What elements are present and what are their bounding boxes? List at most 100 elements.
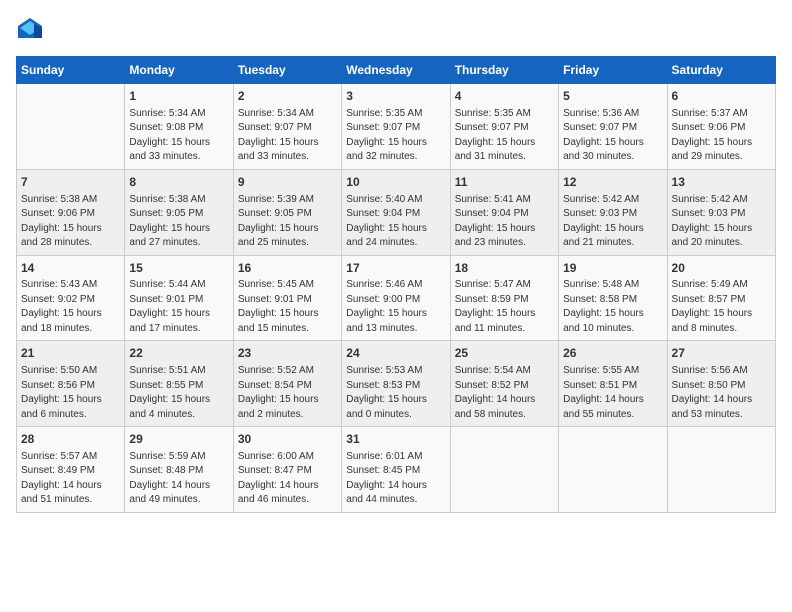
calendar-cell: [17, 84, 125, 170]
day-header-wednesday: Wednesday: [342, 57, 450, 84]
calendar-cell: 1 Sunrise: 5:34 AM Sunset: 9:08 PM Daylig…: [125, 84, 233, 170]
day-number: 12: [563, 174, 662, 191]
day-number: 14: [21, 260, 120, 277]
day-number: 9: [238, 174, 337, 191]
calendar-cell: 17Sunrise: 5:46 AM Sunset: 9:00 PM Dayli…: [342, 255, 450, 341]
day-number: 6: [672, 88, 771, 105]
calendar-cell: 9 Sunrise: 5:39 AM Sunset: 9:05 PM Daylig…: [233, 169, 341, 255]
calendar-cell: 23 Sunrise: 5:52 AM Sunset: 8:54 PM Dayli…: [233, 341, 341, 427]
day-content: Sunrise: 5:35 AM Sunset: 9:07 PM Dayligh…: [455, 107, 554, 165]
day-content: Sunrise: 5:34 AM Sunset: 9:07 PM Dayligh…: [238, 107, 337, 165]
calendar-cell: 11 Sunrise: 5:41 AM Sunset: 9:04 PM Dayli…: [450, 169, 558, 255]
day-content: Sunrise: 5:57 AM Sunset: 8:49 PM Dayligh…: [21, 450, 120, 508]
day-number: 20: [672, 260, 771, 277]
calendar-week-1: 1 Sunrise: 5:34 AM Sunset: 9:08 PM Daylig…: [17, 84, 776, 170]
day-number: 31: [346, 431, 445, 448]
calendar-cell: 7 Sunrise: 5:38 AM Sunset: 9:06 PM Daylig…: [17, 169, 125, 255]
calendar-cell: 6 Sunrise: 5:37 AM Sunset: 9:06 PM Daylig…: [667, 84, 775, 170]
calendar-cell: 14Sunrise: 5:43 AM Sunset: 9:02 PM Dayli…: [17, 255, 125, 341]
calendar-cell: 18Sunrise: 5:47 AM Sunset: 8:59 PM Dayli…: [450, 255, 558, 341]
day-content: Sunrise: 5:35 AM Sunset: 9:07 PM Dayligh…: [346, 107, 445, 165]
day-header-friday: Friday: [559, 57, 667, 84]
page-header: [16, 16, 776, 44]
day-number: 3: [346, 88, 445, 105]
day-content: Sunrise: 5:52 AM Sunset: 8:54 PM Dayligh…: [238, 364, 337, 422]
calendar-cell: 25 Sunrise: 5:54 AM Sunset: 8:52 PM Dayli…: [450, 341, 558, 427]
day-content: Sunrise: 6:00 AM Sunset: 8:47 PM Dayligh…: [238, 450, 337, 508]
day-content: Sunrise: 5:46 AM Sunset: 9:00 PM Dayligh…: [346, 278, 445, 336]
calendar-cell: 22 Sunrise: 5:51 AM Sunset: 8:55 PM Dayli…: [125, 341, 233, 427]
day-content: Sunrise: 6:01 AM Sunset: 8:45 PM Dayligh…: [346, 450, 445, 508]
calendar-cell: [450, 427, 558, 513]
day-header-sunday: Sunday: [17, 57, 125, 84]
day-number: 4: [455, 88, 554, 105]
calendar-week-2: 7 Sunrise: 5:38 AM Sunset: 9:06 PM Daylig…: [17, 169, 776, 255]
day-number: 22: [129, 345, 228, 362]
day-content: Sunrise: 5:42 AM Sunset: 9:03 PM Dayligh…: [672, 193, 771, 251]
calendar-header: SundayMondayTuesdayWednesdayThursdayFrid…: [17, 57, 776, 84]
calendar-cell: 30 Sunrise: 6:00 AM Sunset: 8:47 PM Dayli…: [233, 427, 341, 513]
day-content: Sunrise: 5:49 AM Sunset: 8:57 PM Dayligh…: [672, 278, 771, 336]
calendar-table: SundayMondayTuesdayWednesdayThursdayFrid…: [16, 56, 776, 513]
day-content: Sunrise: 5:38 AM Sunset: 9:05 PM Dayligh…: [129, 193, 228, 251]
calendar-cell: 28 Sunrise: 5:57 AM Sunset: 8:49 PM Dayli…: [17, 427, 125, 513]
logo: [16, 16, 48, 44]
day-number: 26: [563, 345, 662, 362]
calendar-cell: 27 Sunrise: 5:56 AM Sunset: 8:50 PM Dayli…: [667, 341, 775, 427]
day-content: Sunrise: 5:55 AM Sunset: 8:51 PM Dayligh…: [563, 364, 662, 422]
day-content: Sunrise: 5:51 AM Sunset: 8:55 PM Dayligh…: [129, 364, 228, 422]
day-content: Sunrise: 5:42 AM Sunset: 9:03 PM Dayligh…: [563, 193, 662, 251]
day-number: 8: [129, 174, 228, 191]
day-content: Sunrise: 5:41 AM Sunset: 9:04 PM Dayligh…: [455, 193, 554, 251]
calendar-cell: 8 Sunrise: 5:38 AM Sunset: 9:05 PM Daylig…: [125, 169, 233, 255]
calendar-cell: 24 Sunrise: 5:53 AM Sunset: 8:53 PM Dayli…: [342, 341, 450, 427]
day-content: Sunrise: 5:56 AM Sunset: 8:50 PM Dayligh…: [672, 364, 771, 422]
day-number: 19: [563, 260, 662, 277]
day-number: 25: [455, 345, 554, 362]
calendar-cell: [667, 427, 775, 513]
calendar-cell: 4 Sunrise: 5:35 AM Sunset: 9:07 PM Daylig…: [450, 84, 558, 170]
day-number: 5: [563, 88, 662, 105]
day-number: 21: [21, 345, 120, 362]
day-content: Sunrise: 5:44 AM Sunset: 9:01 PM Dayligh…: [129, 278, 228, 336]
day-number: 28: [21, 431, 120, 448]
day-content: Sunrise: 5:59 AM Sunset: 8:48 PM Dayligh…: [129, 450, 228, 508]
calendar-cell: 16Sunrise: 5:45 AM Sunset: 9:01 PM Dayli…: [233, 255, 341, 341]
day-number: 23: [238, 345, 337, 362]
day-header-monday: Monday: [125, 57, 233, 84]
day-header-saturday: Saturday: [667, 57, 775, 84]
day-header-thursday: Thursday: [450, 57, 558, 84]
calendar-cell: 3 Sunrise: 5:35 AM Sunset: 9:07 PM Daylig…: [342, 84, 450, 170]
day-header-tuesday: Tuesday: [233, 57, 341, 84]
day-number: 30: [238, 431, 337, 448]
day-number: 29: [129, 431, 228, 448]
day-number: 1: [129, 88, 228, 105]
day-content: Sunrise: 5:50 AM Sunset: 8:56 PM Dayligh…: [21, 364, 120, 422]
calendar-week-4: 21 Sunrise: 5:50 AM Sunset: 8:56 PM Dayli…: [17, 341, 776, 427]
day-content: Sunrise: 5:48 AM Sunset: 8:58 PM Dayligh…: [563, 278, 662, 336]
calendar-cell: 29 Sunrise: 5:59 AM Sunset: 8:48 PM Dayli…: [125, 427, 233, 513]
day-number: 17: [346, 260, 445, 277]
day-content: Sunrise: 5:37 AM Sunset: 9:06 PM Dayligh…: [672, 107, 771, 165]
day-number: 24: [346, 345, 445, 362]
day-number: 11: [455, 174, 554, 191]
day-number: 13: [672, 174, 771, 191]
day-content: Sunrise: 5:36 AM Sunset: 9:07 PM Dayligh…: [563, 107, 662, 165]
day-content: Sunrise: 5:54 AM Sunset: 8:52 PM Dayligh…: [455, 364, 554, 422]
calendar-week-5: 28 Sunrise: 5:57 AM Sunset: 8:49 PM Dayli…: [17, 427, 776, 513]
calendar-cell: 20Sunrise: 5:49 AM Sunset: 8:57 PM Dayli…: [667, 255, 775, 341]
day-content: Sunrise: 5:39 AM Sunset: 9:05 PM Dayligh…: [238, 193, 337, 251]
day-content: Sunrise: 5:38 AM Sunset: 9:06 PM Dayligh…: [21, 193, 120, 251]
calendar-cell: 19Sunrise: 5:48 AM Sunset: 8:58 PM Dayli…: [559, 255, 667, 341]
calendar-week-3: 14Sunrise: 5:43 AM Sunset: 9:02 PM Dayli…: [17, 255, 776, 341]
calendar-cell: 12 Sunrise: 5:42 AM Sunset: 9:03 PM Dayli…: [559, 169, 667, 255]
day-number: 10: [346, 174, 445, 191]
day-content: Sunrise: 5:45 AM Sunset: 9:01 PM Dayligh…: [238, 278, 337, 336]
day-content: Sunrise: 5:43 AM Sunset: 9:02 PM Dayligh…: [21, 278, 120, 336]
day-number: 7: [21, 174, 120, 191]
day-number: 2: [238, 88, 337, 105]
day-content: Sunrise: 5:53 AM Sunset: 8:53 PM Dayligh…: [346, 364, 445, 422]
day-number: 18: [455, 260, 554, 277]
day-number: 27: [672, 345, 771, 362]
day-content: Sunrise: 5:34 AM Sunset: 9:08 PM Dayligh…: [129, 107, 228, 165]
